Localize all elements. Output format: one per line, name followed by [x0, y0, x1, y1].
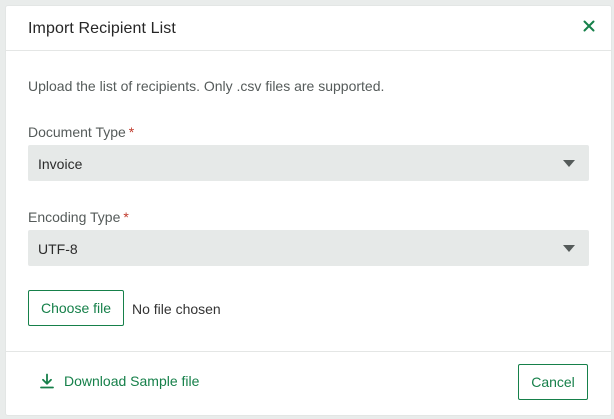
download-icon [40, 373, 54, 389]
choose-file-button[interactable]: Choose file [28, 290, 124, 326]
cancel-button[interactable]: Cancel [518, 364, 588, 400]
file-status: No file chosen [132, 301, 221, 317]
required-marker: * [128, 124, 135, 140]
document-type-label-text: Document Type [28, 124, 126, 140]
caret-down-icon [563, 245, 575, 252]
dialog-header: Import Recipient List [6, 6, 611, 51]
dialog-description: Upload the list of recipients. Only .csv… [28, 78, 385, 94]
document-type-value: Invoice [38, 156, 83, 172]
import-recipient-dialog: Import Recipient List Upload the list of… [5, 5, 612, 416]
document-type-label: Document Type * [28, 124, 134, 140]
document-type-select[interactable]: Invoice [28, 145, 589, 181]
required-marker: * [123, 209, 129, 225]
encoding-type-value: UTF-8 [38, 241, 78, 257]
download-sample-label: Download Sample file [64, 373, 200, 389]
close-icon [583, 20, 595, 32]
footer-divider [6, 351, 611, 352]
close-button[interactable] [581, 18, 597, 34]
encoding-type-select[interactable]: UTF-8 [28, 230, 589, 266]
dialog-title: Import Recipient List [28, 20, 176, 37]
caret-down-icon [563, 160, 575, 167]
encoding-type-label-text: Encoding Type [28, 209, 121, 225]
encoding-type-label: Encoding Type * [28, 209, 129, 225]
download-sample-link[interactable]: Download Sample file [39, 373, 199, 389]
